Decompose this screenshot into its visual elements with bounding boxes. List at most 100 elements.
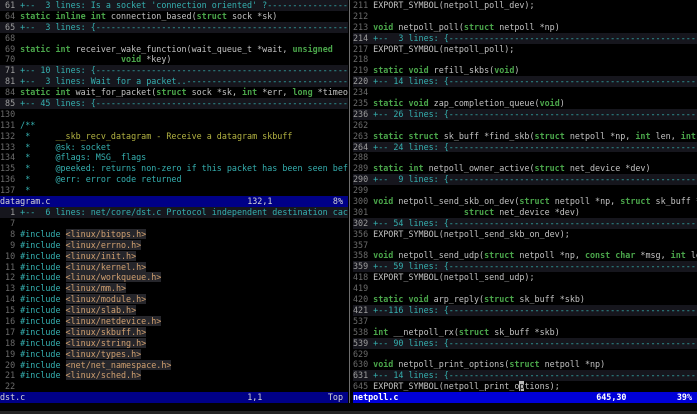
code-line[interactable]: 211EXPORT_SYMBOL(netpoll_poll_dev); xyxy=(353,0,697,11)
code-line[interactable]: 299 xyxy=(353,185,697,196)
line-number: 8 xyxy=(0,229,20,240)
code-line[interactable]: 235static void zap_completion_queue(void… xyxy=(353,98,697,109)
line-number: 12 xyxy=(0,272,20,283)
folded-line[interactable]: 65+-- 3 lines: {------------------------… xyxy=(0,22,348,33)
code-line[interactable]: 70 void *key) xyxy=(0,54,348,65)
code-line[interactable]: 133 * @sk: socket xyxy=(0,142,348,153)
statusline-ruler: 1,1 xyxy=(247,392,318,403)
code-line[interactable]: 300void netpoll_send_skb_on_dev(struct n… xyxy=(353,196,697,207)
vim-terminal-window: 61+-- 3 lines: Is a socket 'connection o… xyxy=(0,0,697,414)
code-line[interactable]: 8#include <linux/bitops.h> xyxy=(0,229,348,240)
folded-line[interactable]: 290+-- 9 lines: {-----------------------… xyxy=(353,174,697,185)
folded-line[interactable]: 1+-- 6 lines: net/core/dst.c Protocol in… xyxy=(0,207,348,218)
line-text: EXPORT_SYMBOL(netpoll_send_skb_on_dev); xyxy=(373,229,697,240)
code-line[interactable]: 17#include <linux/skbuff.h> xyxy=(0,327,348,338)
code-line[interactable]: 418EXPORT_SYMBOL(netpoll_send_udp); xyxy=(353,272,697,283)
code-line[interactable]: 18#include <linux/string.h> xyxy=(0,338,348,349)
code-line[interactable]: 68 xyxy=(0,33,348,44)
code-line[interactable]: 15#include <linux/slab.h> xyxy=(0,305,348,316)
code-line[interactable]: 289static int netpoll_owner_active(struc… xyxy=(353,163,697,174)
code-line[interactable]: 301 struct net_device *dev) xyxy=(353,207,697,218)
code-line[interactable]: 217EXPORT_SYMBOL(netpoll_poll); xyxy=(353,44,697,55)
code-line[interactable]: 20#include <net/net_namespace.h> xyxy=(0,360,348,371)
code-line[interactable]: 212 xyxy=(353,11,697,22)
folded-line[interactable]: 81+-- 3 lines: Wait for a packet..------… xyxy=(0,76,348,87)
code-line[interactable]: 630void netpoll_print_options(struct net… xyxy=(353,359,697,370)
vertical-split-separator[interactable] xyxy=(348,0,353,403)
line-number: 300 xyxy=(353,196,373,207)
folded-line[interactable]: 220+-- 14 lines: {----------------------… xyxy=(353,76,697,87)
code-line[interactable]: 14#include <linux/module.h> xyxy=(0,294,348,305)
code-line[interactable]: 84static int wait_for_packet(struct sock… xyxy=(0,87,348,98)
folded-line[interactable]: 539+-- 90 lines: {----------------------… xyxy=(353,338,697,349)
line-text: +-- 3 lines: {--------------------------… xyxy=(20,22,348,33)
line-number: 84 xyxy=(0,87,20,98)
folded-line[interactable]: 61+-- 3 lines: Is a socket 'connection o… xyxy=(0,0,348,11)
code-line[interactable]: 7 xyxy=(0,218,348,229)
statusline-netpoll-c-active[interactable]: netpoll.c 645,30 39% xyxy=(353,392,697,403)
folded-line[interactable]: 421+--116 lines: {----------------------… xyxy=(353,305,697,316)
code-line[interactable]: 213void netpoll_poll(struct netpoll *np) xyxy=(353,22,697,33)
line-number: 213 xyxy=(353,22,373,33)
line-text xyxy=(373,283,697,294)
code-line[interactable]: 262 xyxy=(353,120,697,131)
command-line[interactable] xyxy=(0,403,697,414)
line-number: 69 xyxy=(0,44,20,55)
code-line[interactable]: 288 xyxy=(353,152,697,163)
folded-line[interactable]: 631+-- 14 lines: {----------------------… xyxy=(353,370,697,381)
code-line[interactable]: 13#include <linux/mm.h> xyxy=(0,283,348,294)
line-number: 420 xyxy=(353,294,373,305)
code-line[interactable]: 21#include <linux/sched.h> xyxy=(0,370,348,381)
folded-line[interactable]: 236+-- 26 lines: {----------------------… xyxy=(353,109,697,120)
buffer-dst-c[interactable]: 1+-- 6 lines: net/core/dst.c Protocol in… xyxy=(0,207,348,392)
line-number: 133 xyxy=(0,142,20,153)
folded-line[interactable]: 264+-- 24 lines: {----------------------… xyxy=(353,142,697,153)
buffer-netpoll-c[interactable]: 211EXPORT_SYMBOL(netpoll_poll_dev);21221… xyxy=(353,0,697,392)
code-line[interactable]: 538int __netpoll_rx(struct sk_buff *skb) xyxy=(353,327,697,338)
folded-line[interactable]: 302+-- 54 lines: {----------------------… xyxy=(353,218,697,229)
code-line[interactable]: 131/** xyxy=(0,120,348,131)
line-text: +-- 6 lines: net/core/dst.c Protocol ind… xyxy=(20,207,348,218)
code-line[interactable]: 134 * @flags: MSG_ flags xyxy=(0,152,348,163)
folded-line[interactable]: 85+-- 45 lines: {-----------------------… xyxy=(0,98,348,109)
line-number: 136 xyxy=(0,174,20,185)
code-line[interactable]: 137 * xyxy=(0,185,348,196)
line-text: static int receiver_wake_function(wait_q… xyxy=(20,44,348,55)
buffer-datagram-c[interactable]: 61+-- 3 lines: Is a socket 'connection o… xyxy=(0,0,348,196)
code-line[interactable]: 357 xyxy=(353,240,697,251)
statusline-dst-c[interactable]: dst.c 1,1 Top xyxy=(0,392,348,403)
code-line[interactable]: 9#include <linux/errno.h> xyxy=(0,240,348,251)
code-line[interactable]: 263static struct sk_buff *find_skb(struc… xyxy=(353,131,697,142)
code-line[interactable]: 218 xyxy=(353,54,697,65)
code-line[interactable]: 135 * @peeked: returns non-zero if this … xyxy=(0,163,348,174)
code-line[interactable]: 234 xyxy=(353,87,697,98)
editor-splits: 61+-- 3 lines: Is a socket 'connection o… xyxy=(0,0,697,403)
code-line[interactable]: 64static inline int connection_based(str… xyxy=(0,11,348,22)
code-line[interactable]: 10#include <linux/init.h> xyxy=(0,251,348,262)
code-line[interactable]: 16#include <linux/netdevice.h> xyxy=(0,316,348,327)
line-text xyxy=(373,349,697,360)
statusline-datagram-c[interactable]: datagram.c 132,1 8% xyxy=(0,196,348,207)
line-number: 212 xyxy=(353,11,373,22)
code-line[interactable]: 12#include <linux/workqueue.h> xyxy=(0,272,348,283)
line-text: #include <net/net_namespace.h> xyxy=(20,360,348,371)
code-line[interactable]: 358void netpoll_send_udp(struct netpoll … xyxy=(353,250,697,261)
code-line[interactable]: 419 xyxy=(353,283,697,294)
line-text: #include <linux/mm.h> xyxy=(20,283,348,294)
code-line[interactable]: 219static void refill_skbs(void) xyxy=(353,65,697,76)
code-line[interactable]: 69static int receiver_wake_function(wait… xyxy=(0,44,348,55)
code-line[interactable]: 22 xyxy=(0,381,348,392)
code-line[interactable]: 132 * __skb_recv_datagram - Receive a da… xyxy=(0,131,348,142)
code-line[interactable]: 537 xyxy=(353,316,697,327)
code-line[interactable]: 356EXPORT_SYMBOL(netpoll_send_skb_on_dev… xyxy=(353,229,697,240)
code-line[interactable]: 11#include <linux/kernel.h> xyxy=(0,262,348,273)
code-line[interactable]: 19#include <linux/types.h> xyxy=(0,349,348,360)
code-line[interactable]: 130 xyxy=(0,109,348,120)
code-line[interactable]: 420static void arp_reply(struct sk_buff … xyxy=(353,294,697,305)
folded-line[interactable]: 359+-- 59 lines: {----------------------… xyxy=(353,261,697,272)
code-line[interactable]: 136 * @err: error code returned xyxy=(0,174,348,185)
code-line[interactable]: 645EXPORT_SYMBOL(netpoll_print_options); xyxy=(353,381,697,392)
folded-line[interactable]: 71+-- 10 lines: {-----------------------… xyxy=(0,65,348,76)
code-line[interactable]: 629 xyxy=(353,349,697,360)
folded-line[interactable]: 214+-- 3 lines: {-----------------------… xyxy=(353,33,697,44)
